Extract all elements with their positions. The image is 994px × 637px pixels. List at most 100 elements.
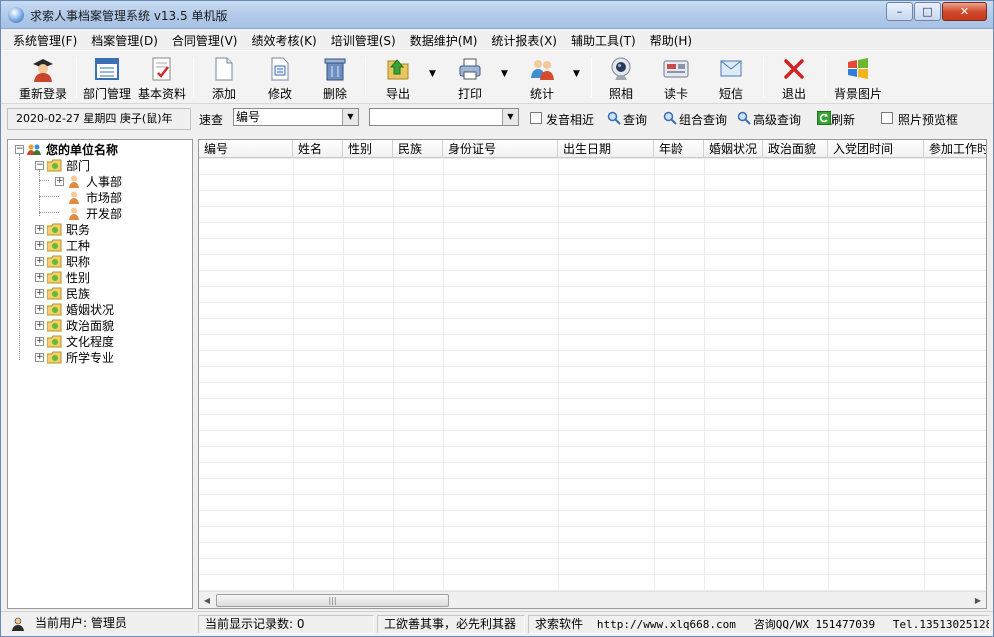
column-header[interactable]: 编号 — [199, 140, 293, 158]
category-tree: − 您的单位名称 − 部门 + 人事部 市场部 开发部 + 职务 + 工种 + 职称 … — [7, 139, 193, 609]
expand-icon[interactable]: + — [35, 288, 44, 298]
tree-node-category[interactable]: + 所学专业 — [35, 349, 114, 365]
brand-name: 求索软件 — [535, 617, 584, 631]
tree-node-category[interactable]: + 职务 — [35, 221, 90, 237]
search-field-select[interactable]: 编号 ▼ — [233, 108, 359, 126]
menu-archive[interactable]: 档案管理(D) — [84, 32, 165, 49]
menu-data-maintenance[interactable]: 数据维护(M) — [403, 32, 485, 49]
delete-button[interactable]: 删除 — [312, 53, 358, 103]
record-count: 当前显示记录数: 0 — [198, 615, 374, 634]
folder-icon — [47, 239, 62, 251]
print-icon — [455, 55, 485, 83]
export-dropdown-arrow[interactable]: ▼ — [429, 69, 436, 79]
collapse-icon[interactable]: − — [35, 160, 44, 170]
stats-dropdown-arrow[interactable]: ▼ — [573, 69, 580, 79]
card-reader-icon — [661, 55, 691, 83]
tree-dept-item[interactable]: + 人事部 — [55, 173, 122, 189]
advanced-query-button[interactable]: 高级查询 — [753, 111, 801, 128]
edit-icon — [265, 55, 295, 83]
basic-info-button[interactable]: 基本资料 — [136, 53, 188, 103]
print-button[interactable]: 打印 — [447, 53, 493, 103]
column-header[interactable]: 年龄 — [654, 140, 704, 158]
stats-button[interactable]: 统计 — [519, 53, 565, 103]
tree-node-category[interactable]: + 民族 — [35, 285, 90, 301]
sms-button[interactable]: 短信 — [708, 53, 754, 103]
scroll-right-icon[interactable]: ▶ — [970, 593, 986, 608]
column-header[interactable]: 身份证号 — [443, 140, 558, 158]
refresh-button[interactable]: 刷新 — [831, 111, 855, 128]
export-button[interactable]: 导出 — [375, 53, 421, 103]
menu-reports[interactable]: 统计报表(X) — [484, 32, 564, 49]
expand-icon[interactable]: + — [35, 272, 44, 282]
expand-icon[interactable]: + — [35, 256, 44, 266]
search-icon — [737, 111, 751, 125]
expand-icon[interactable]: + — [35, 352, 44, 362]
menu-contract[interactable]: 合同管理(V) — [165, 32, 245, 49]
column-header[interactable]: 性别 — [343, 140, 393, 158]
menu-training[interactable]: 培训管理(S) — [324, 32, 403, 49]
column-header[interactable]: 入党团时间 — [828, 140, 924, 158]
expand-icon[interactable]: + — [35, 240, 44, 250]
minimize-button[interactable]: – — [886, 2, 913, 21]
edit-button[interactable]: 修改 — [257, 53, 303, 103]
maximize-button[interactable]: □ — [914, 2, 941, 21]
dept-icon — [92, 55, 122, 83]
print-dropdown-arrow[interactable]: ▼ — [501, 69, 508, 79]
column-header[interactable]: 出生日期 — [558, 140, 654, 158]
column-header[interactable]: 姓名 — [293, 140, 343, 158]
photo-preview-checkbox[interactable] — [881, 112, 893, 124]
tree-dept-item[interactable]: 开发部 — [67, 205, 122, 221]
expand-icon[interactable]: + — [55, 176, 64, 186]
folder-icon — [47, 287, 62, 299]
horizontal-scrollbar[interactable]: ◀ ||| ▶ — [199, 591, 986, 608]
exit-icon — [779, 55, 809, 83]
scroll-left-icon[interactable]: ◀ — [199, 593, 215, 608]
expand-icon[interactable]: + — [35, 224, 44, 234]
tree-node-dept[interactable]: − 部门 — [35, 157, 90, 173]
menu-performance[interactable]: 绩效考核(K) — [244, 32, 323, 49]
scroll-thumb[interactable]: ||| — [216, 594, 449, 607]
tree-node-category[interactable]: + 性别 — [35, 269, 90, 285]
photo-button[interactable]: 照相 — [598, 53, 644, 103]
column-header[interactable]: 民族 — [393, 140, 443, 158]
person-icon — [69, 191, 79, 204]
column-header[interactable]: 婚姻状况 — [704, 140, 763, 158]
add-button[interactable]: 添加 — [201, 53, 247, 103]
chevron-down-icon[interactable]: ▼ — [342, 109, 358, 125]
tree-dept-item[interactable]: 市场部 — [67, 189, 122, 205]
search-bar: 2020-02-27 星期四 庚子(鼠)年 速查 编号 ▼ ▼ 发音相近 查询 … — [1, 105, 993, 135]
folder-icon — [47, 223, 62, 235]
expand-icon[interactable]: + — [35, 336, 44, 346]
column-header[interactable]: 政治面貌 — [763, 140, 828, 158]
phonetic-match-checkbox[interactable] — [530, 112, 542, 124]
folder-icon — [47, 351, 62, 363]
read-card-button[interactable]: 读卡 — [653, 53, 699, 103]
quick-search-label: 速查 — [199, 113, 224, 127]
tree-root[interactable]: − 您的单位名称 — [15, 141, 118, 157]
background-image-button[interactable]: 背景图片 — [831, 53, 885, 103]
search-value-input[interactable]: ▼ — [369, 108, 519, 126]
menu-tools[interactable]: 辅助工具(T) — [564, 32, 643, 49]
status-motto: 工欲善其事，必先利其器 — [377, 615, 525, 634]
exit-button[interactable]: 退出 — [771, 53, 817, 103]
expand-icon[interactable]: + — [35, 304, 44, 314]
tree-node-category[interactable]: + 政治面貌 — [35, 317, 114, 333]
collapse-icon[interactable]: − — [15, 144, 24, 154]
menu-help[interactable]: 帮助(H) — [643, 32, 699, 49]
tree-node-category[interactable]: + 工种 — [35, 237, 90, 253]
menu-system[interactable]: 系统管理(F) — [6, 32, 84, 49]
chevron-down-icon[interactable]: ▼ — [502, 109, 518, 125]
tree-node-category[interactable]: + 婚姻状况 — [35, 301, 114, 317]
relogin-button[interactable]: 重新登录 — [15, 53, 71, 103]
refresh-icon — [817, 111, 831, 125]
expand-icon[interactable]: + — [35, 320, 44, 330]
dept-management-button[interactable]: 部门管理 — [81, 53, 133, 103]
column-header[interactable]: 参加工作时间 — [924, 140, 986, 158]
combo-query-button[interactable]: 组合查询 — [679, 111, 727, 128]
query-button[interactable]: 查询 — [623, 111, 647, 128]
grid-body[interactable] — [199, 158, 986, 592]
tree-node-category[interactable]: + 文化程度 — [35, 333, 114, 349]
tree-node-category[interactable]: + 职称 — [35, 253, 90, 269]
close-button[interactable]: ✕ — [942, 2, 987, 21]
status-bar: 当前用户: 管理员 当前显示记录数: 0 工欲善其事，必先利其器 求索软件 ht… — [1, 611, 993, 636]
